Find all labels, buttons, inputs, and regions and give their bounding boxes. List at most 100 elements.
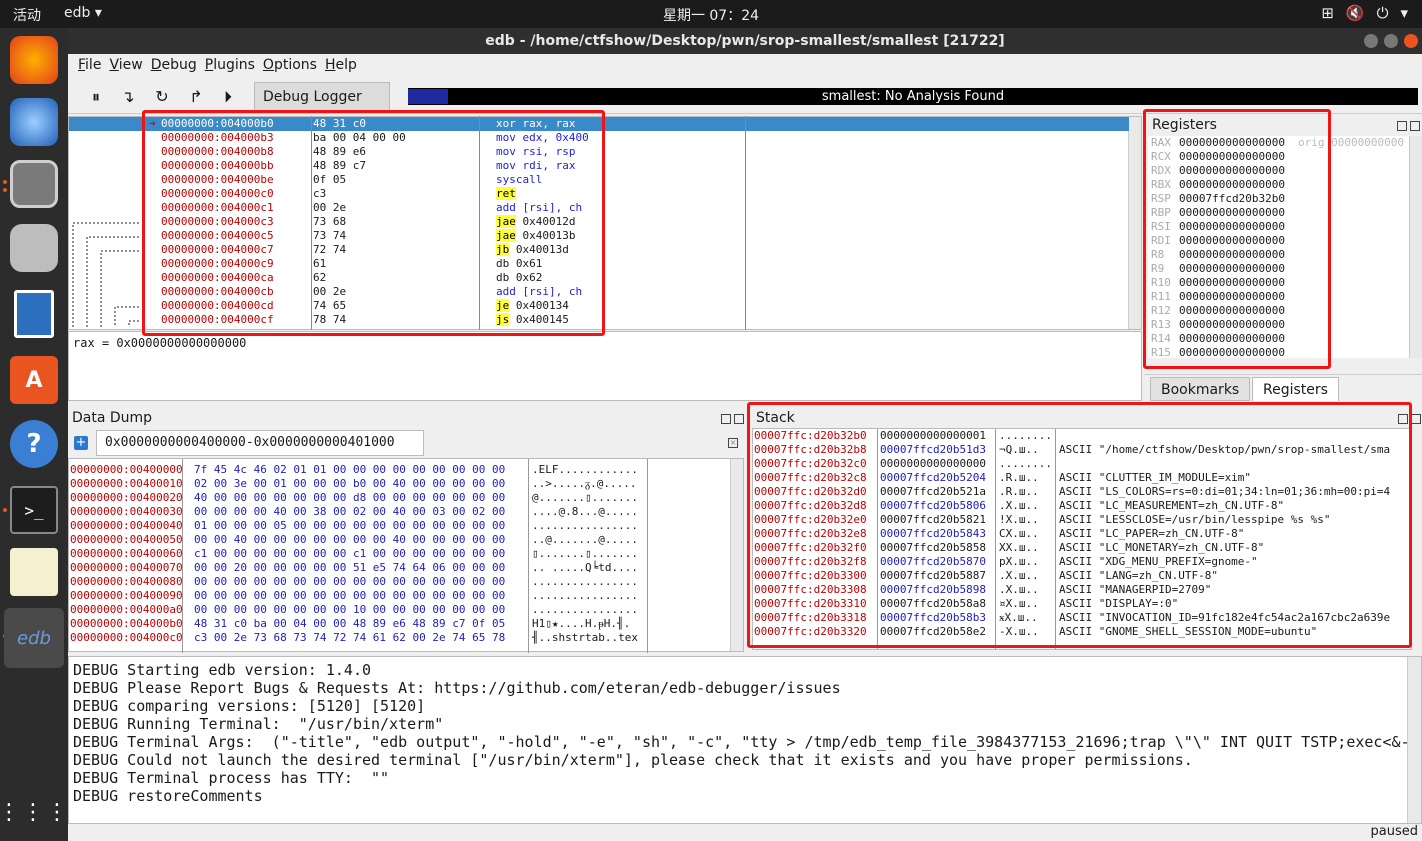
float-icon[interactable] xyxy=(1398,414,1408,424)
stack-value[interactable]: 00007ffcd20b58e2 xyxy=(880,625,986,639)
dump-address[interactable]: 00000000:00400070 xyxy=(70,561,183,575)
dump-address[interactable]: 00000000:004000b0 xyxy=(70,617,183,631)
dump-address[interactable]: 00000000:004000a0 xyxy=(70,603,183,617)
dump-hex-bytes[interactable]: 40 00 00 00 00 00 00 00 d8 00 00 00 00 0… xyxy=(194,491,505,505)
register-row[interactable]: R11 0000000000000000 xyxy=(1151,290,1285,304)
stack-view[interactable]: 00007ffc:d20b32b0 0000000000000001.......… xyxy=(752,428,1412,650)
close-button[interactable] xyxy=(1404,34,1418,48)
dump-address[interactable]: 00000000:00400090 xyxy=(70,589,183,603)
stack-address[interactable]: 00007ffc:d20b32d0 xyxy=(754,485,867,499)
disasm-row[interactable]: 00000000:004000c5 73 74 jae 0x40013b xyxy=(69,229,1129,243)
stack-address[interactable]: 00007ffc:d20b32e8 xyxy=(754,527,867,541)
maximize-button[interactable] xyxy=(1384,34,1398,48)
disasm-row[interactable]: 00000000:004000b8 48 89 e6 mov rsi, rsp xyxy=(69,145,1129,159)
menu-debug[interactable]: Debug xyxy=(151,54,205,78)
stack-address[interactable]: 00007ffc:d20b32d8 xyxy=(754,499,867,513)
thunderbird-icon[interactable] xyxy=(10,98,58,146)
stack-value[interactable]: 00007ffcd20b5870 xyxy=(880,555,986,569)
menu-options[interactable]: Options xyxy=(263,54,325,78)
dump-range-tab[interactable]: 0x0000000000400000-0x0000000000401000 xyxy=(96,430,424,456)
float-icon[interactable] xyxy=(1397,121,1407,131)
stack-comment[interactable]: ASCII "LS_COLORS=rs=0:di=01;34:ln=01;36:… xyxy=(1059,485,1390,499)
dump-hex-bytes[interactable]: c3 00 2e 73 68 73 74 72 74 61 62 00 2e 7… xyxy=(194,631,505,645)
register-row[interactable]: R15 0000000000000000 xyxy=(1151,346,1285,358)
register-row[interactable]: RCX 0000000000000000 xyxy=(1151,150,1285,164)
stack-chars[interactable]: -X.ш.. xyxy=(999,625,1039,639)
stack-comment[interactable]: ASCII "LC_MONETARY=zh_CN.UTF-8" xyxy=(1059,541,1264,555)
stack-value[interactable]: 00007ffcd20b5204 xyxy=(880,471,986,485)
stack-comment[interactable]: ASCII "GNOME_SHELL_SESSION_MODE=ubuntu" xyxy=(1059,625,1317,639)
stack-address[interactable]: 00007ffc:d20b32c8 xyxy=(754,471,867,485)
stack-comment[interactable]: ASCII "DISPLAY=:0" xyxy=(1059,597,1178,611)
dump-address[interactable]: 00000000:00400000 xyxy=(70,463,183,477)
minimize-button[interactable] xyxy=(1364,34,1378,48)
firefox-icon[interactable] xyxy=(10,36,58,84)
edb-icon[interactable]: edb xyxy=(4,608,64,668)
dump-hex-bytes[interactable]: c1 00 00 00 00 00 00 00 c1 00 00 00 00 0… xyxy=(194,547,505,561)
stack-comment[interactable]: ASCII "/home/ctfshow/Desktop/pwn/srop-sm… xyxy=(1059,443,1390,457)
stack-chars[interactable]: .X.ш.. xyxy=(999,583,1039,597)
menu-plugins[interactable]: Plugins xyxy=(205,54,263,78)
step-over-icon[interactable]: ↻ xyxy=(150,85,174,109)
stack-chars[interactable]: ӿX.ш.. xyxy=(999,611,1038,625)
stack-value[interactable]: 00007ffcd20b5806 xyxy=(880,499,986,513)
log-scrollbar[interactable] xyxy=(1407,657,1421,823)
stack-comment[interactable]: ASCII "LESSCLOSE=/usr/bin/lesspipe %s %s… xyxy=(1059,513,1331,527)
stack-value[interactable]: 0000000000000000 xyxy=(880,457,986,471)
stack-chars[interactable]: ........ xyxy=(999,429,1052,443)
dump-ascii[interactable]: ....@.8...@..... xyxy=(532,505,638,519)
register-row[interactable]: R10 0000000000000000 xyxy=(1151,276,1285,290)
dump-ascii[interactable]: .. .....Q╘td.... xyxy=(532,561,638,575)
tab-registers[interactable]: Registers xyxy=(1252,377,1339,401)
stack-address[interactable]: 00007ffc:d20b3318 xyxy=(754,611,867,625)
close-icon[interactable] xyxy=(1410,121,1420,131)
disasm-row[interactable]: 00000000:004000c0 c3 ret xyxy=(69,187,1129,201)
disasm-row[interactable]: 00000000:004000ca 62 db 0x62 xyxy=(69,271,1129,285)
window-titlebar[interactable]: edb - /home/ctfshow/Desktop/pwn/srop-sma… xyxy=(68,28,1422,54)
network-icon[interactable]: ⊞ xyxy=(1321,4,1334,22)
dump-ascii[interactable]: ╢..shstrtab..tex xyxy=(532,631,638,645)
register-row[interactable]: R8 0000000000000000 xyxy=(1151,248,1285,262)
dump-ascii[interactable]: ..@.......@..... xyxy=(532,533,638,547)
stack-comment[interactable]: ASCII "LC_PAPER=zh_CN.UTF-8" xyxy=(1059,527,1244,541)
stack-chars[interactable]: CX.ш.. xyxy=(999,527,1039,541)
close-icon[interactable] xyxy=(734,414,744,424)
stack-address[interactable]: 00007ffc:d20b32e0 xyxy=(754,513,867,527)
stack-value[interactable]: 00007ffcd20b5887 xyxy=(880,569,986,583)
register-row[interactable]: R12 0000000000000000 xyxy=(1151,304,1285,318)
stack-value[interactable]: 00007ffcd20b5898 xyxy=(880,583,986,597)
stack-chars[interactable]: XX.ш.. xyxy=(999,541,1039,555)
dump-ascii[interactable]: ..>.....ᵹ.@..... xyxy=(532,477,637,491)
debug-log-output[interactable]: DEBUG Starting edb version: 1.4.0 DEBUG P… xyxy=(68,656,1422,824)
disasm-row[interactable]: 00000000:004000cf 78 74 js 0x400145 xyxy=(69,313,1129,327)
disasm-row[interactable]: 00000000:004000c7 72 74 jb 0x40013d xyxy=(69,243,1129,257)
dump-ascii[interactable]: @.......▯....... xyxy=(532,491,638,505)
disasm-row[interactable]: 00000000:004000c9 61 db 0x61 xyxy=(69,257,1129,271)
system-tray[interactable]: ⊞ 🔇 ⏻ ▾ xyxy=(1321,4,1408,22)
dump-ascii[interactable]: ................ xyxy=(532,519,638,533)
terminal-icon[interactable]: >_ xyxy=(10,486,58,534)
stack-comment[interactable]: ASCII "LANG=zh_CN.UTF-8" xyxy=(1059,569,1218,583)
menu-file[interactable]: File xyxy=(78,54,109,78)
disasm-row[interactable]: 00000000:004000c1 00 2e add [rsi], ch xyxy=(69,201,1129,215)
register-row[interactable]: RDX 0000000000000000 xyxy=(1151,164,1285,178)
register-row[interactable]: RAX 0000000000000000 xyxy=(1151,136,1285,150)
help-icon[interactable]: ? xyxy=(10,420,58,468)
dump-ascii[interactable]: ▯.......▯....... xyxy=(532,547,638,561)
dump-ascii[interactable]: ................ xyxy=(532,575,638,589)
disassembly-view[interactable]: ➜ 00000000:004000b0 48 31 c0 xor rax, rax 00… xyxy=(68,116,1142,330)
stack-chars[interactable]: .R.ш.. xyxy=(999,485,1039,499)
stack-value[interactable]: 00007ffcd20b5843 xyxy=(880,527,986,541)
stack-chars[interactable]: .R.ш.. xyxy=(999,471,1039,485)
step-out-icon[interactable]: ↱ xyxy=(184,85,208,109)
add-tab-icon[interactable]: + xyxy=(74,436,88,450)
disassembly-scrollbar[interactable] xyxy=(1128,117,1141,329)
dump-hex-bytes[interactable]: 00 00 00 00 00 00 00 00 00 00 00 00 00 0… xyxy=(194,589,505,603)
registers-list[interactable]: orig 00000000000 RAX 0000000000000000 RCX 0… xyxy=(1148,136,1410,358)
clock[interactable]: 星期一 07：24 xyxy=(0,5,1422,25)
registers-scrollbar[interactable] xyxy=(1409,136,1422,358)
stack-value[interactable]: 00007ffcd20b58b3 xyxy=(880,611,986,625)
dump-hex-bytes[interactable]: 00 00 20 00 00 00 00 00 51 e5 74 64 06 0… xyxy=(194,561,505,575)
register-row[interactable]: RBP 0000000000000000 xyxy=(1151,206,1285,220)
dump-hex-bytes[interactable]: 00 00 40 00 00 00 00 00 00 00 40 00 00 0… xyxy=(194,533,505,547)
